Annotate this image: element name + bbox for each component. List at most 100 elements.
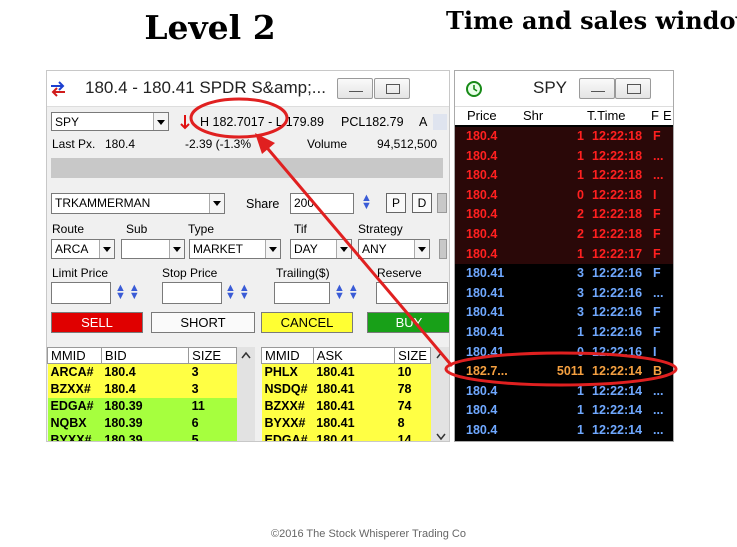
limit-price-input[interactable]	[51, 282, 111, 304]
ts-row[interactable]: 180.4 1 12:22:14...	[455, 382, 673, 402]
ts-row[interactable]: 182.7... 5011 12:22:14 B	[455, 362, 673, 382]
volume-label: Volume	[307, 137, 348, 151]
ask-col-mmid[interactable]: MMID	[261, 347, 314, 364]
ts-titlebar[interactable]: SPY	[455, 71, 673, 107]
bid-row[interactable]: BYXX# 180.39 5	[47, 431, 237, 441]
ts-col-price[interactable]: Price	[467, 108, 497, 123]
bid-size: 6	[188, 414, 237, 432]
ts-time: 12:22:14	[592, 383, 643, 398]
chevron-down-icon	[153, 113, 168, 130]
ts-row[interactable]: 180.41 1 12:22:16 F	[455, 323, 673, 343]
stop-price-input[interactable]	[162, 282, 222, 304]
share-stepper-icon[interactable]: ▲ ▼	[361, 193, 372, 212]
ask-col-price[interactable]: ASK	[312, 347, 396, 364]
bid-row[interactable]: BZXX# 180.4 3	[47, 380, 237, 398]
ask-row[interactable]: NSDQ# 180.41 78	[261, 380, 431, 398]
bid-size: 11	[188, 397, 237, 415]
stop-price-stepper-icon[interactable]: ▲▲ ▼▼	[225, 283, 253, 302]
bid-row[interactable]: ARCA# 180.4 3	[47, 363, 237, 381]
ask-row[interactable]: EDGA# 180.41 14	[261, 431, 431, 441]
ts-price: 180.4	[466, 129, 498, 143]
bid-col-price[interactable]: BID	[100, 347, 190, 364]
ts-row[interactable]: 180.4 1 12:22:18...	[455, 146, 673, 167]
ts-row[interactable]: 180.4 1 12:22:18 F	[455, 127, 673, 147]
tif-dropdown[interactable]: DAY	[290, 239, 352, 259]
sub-dropdown[interactable]	[121, 239, 185, 259]
last-px-label: Last Px.	[52, 137, 96, 151]
chevron-down-icon	[99, 240, 114, 258]
ts-row[interactable]: 180.4 2 12:22:18 F	[455, 205, 673, 225]
panel-toggle-2[interactable]	[439, 239, 447, 259]
level2-titlebar[interactable]: 180.4 - 180.41 SPDR S&amp;...	[47, 71, 449, 107]
ts-shr: 1	[577, 148, 584, 163]
exchange-arrows-icon	[51, 81, 65, 97]
ask-price: 180.41	[313, 397, 395, 415]
ask-price: 180.41	[313, 363, 395, 381]
ts-flag: F	[653, 246, 661, 261]
ts-maximize-button[interactable]	[615, 78, 651, 99]
ts-row[interactable]: 180.4 1 12:22:14...	[455, 421, 673, 441]
bid-row[interactable]: EDGA# 180.39 11	[47, 397, 237, 415]
panel-toggle[interactable]	[437, 193, 447, 213]
ts-col-shr[interactable]: Shr	[523, 108, 543, 123]
bid-col-mmid[interactable]: MMID	[47, 347, 102, 364]
symbol-dropdown[interactable]: SPY	[51, 112, 169, 131]
d-button[interactable]: D	[412, 193, 432, 213]
time-and-sales-window: SPY Price Shr T.Time F E 180.4 1 12:22:18 F…	[454, 70, 674, 442]
cancel-button[interactable]: CANCEL	[261, 312, 353, 333]
ts-flag: ...	[653, 168, 664, 183]
clock-icon	[466, 81, 482, 97]
ts-row[interactable]: 180.41 3 12:22:16 F	[455, 303, 673, 323]
limit-price-stepper-icon[interactable]: ▲▲ ▼▼	[115, 283, 143, 302]
minimize-button[interactable]	[337, 78, 373, 99]
bid-row[interactable]: NQBX 180.39 6	[47, 414, 237, 432]
ts-row[interactable]: 180.41 3 12:22:16...	[455, 284, 673, 304]
ts-row[interactable]: 180.4 2 12:22:18 F	[455, 225, 673, 245]
account-dropdown[interactable]: TRKAMMERMAN	[51, 193, 225, 214]
bid-book: MMID BID SIZE ARCA# 180.4 3 BZXX# 180.4 3 EDGA…	[47, 347, 237, 441]
ts-col-time[interactable]: T.Time	[587, 108, 626, 123]
high-low-text: H 182.7017 - L 179.89	[200, 115, 324, 129]
ts-shr: 0	[577, 187, 584, 202]
reserve-input[interactable]	[376, 282, 448, 304]
ask-col-size[interactable]: SIZE	[394, 347, 431, 364]
route-dropdown[interactable]: ARCA	[51, 239, 115, 259]
ts-col-flag[interactable]: F	[651, 108, 659, 123]
ask-row[interactable]: BYXX# 180.41 8	[261, 414, 431, 432]
p-button[interactable]: P	[386, 193, 406, 213]
ask-row[interactable]: BZXX# 180.41 74	[261, 397, 431, 415]
trailing-input[interactable]	[274, 282, 330, 304]
type-dropdown[interactable]: MARKET	[189, 239, 281, 259]
ts-row[interactable]: 180.4 0 12:22:18 I	[455, 185, 673, 206]
ask-scrollbar[interactable]	[431, 347, 449, 441]
ts-minimize-button[interactable]	[579, 78, 615, 99]
share-input[interactable]: 200	[290, 193, 354, 214]
bid-col-size[interactable]: SIZE	[188, 347, 237, 364]
buy-button[interactable]: BUY	[367, 312, 449, 333]
ts-row[interactable]: 180.41 3 12:22:16 F	[455, 264, 673, 284]
last-px-value: 180.4	[105, 137, 136, 151]
maximize-button[interactable]	[374, 78, 410, 99]
ts-time: 12:22:16	[592, 285, 643, 300]
trailing-stepper-icon[interactable]: ▲▲ ▼▼	[334, 283, 362, 302]
bid-scrollbar[interactable]	[237, 347, 255, 441]
ts-price: 180.4	[466, 246, 498, 261]
ts-price: 180.41	[466, 344, 505, 359]
ts-price: 180.41	[466, 305, 505, 320]
ts-price: 180.4	[466, 227, 498, 241]
ts-row[interactable]: 180.4 1 12:22:14...	[455, 401, 673, 421]
ts-shr: 1	[577, 129, 584, 143]
strategy-label: Strategy	[358, 222, 403, 236]
ts-row[interactable]: 180.41 0 12:22:16 I	[455, 343, 673, 363]
strategy-dropdown[interactable]: ANY	[358, 239, 430, 259]
ts-price: 180.4	[466, 168, 498, 183]
short-button[interactable]: SHORT	[151, 312, 255, 333]
bid-mmid: BZXX#	[47, 380, 102, 398]
ts-row[interactable]: 180.4 1 12:22:18...	[455, 166, 673, 186]
ts-col-e[interactable]: E	[663, 108, 672, 123]
sell-button[interactable]: SELL	[51, 312, 143, 333]
ts-row[interactable]: 180.4 1 12:22:17 F	[455, 244, 673, 265]
minimize-icon	[349, 91, 363, 93]
ts-time: 12:22:18	[592, 168, 643, 183]
ask-row[interactable]: PHLX 180.41 10	[261, 363, 431, 381]
